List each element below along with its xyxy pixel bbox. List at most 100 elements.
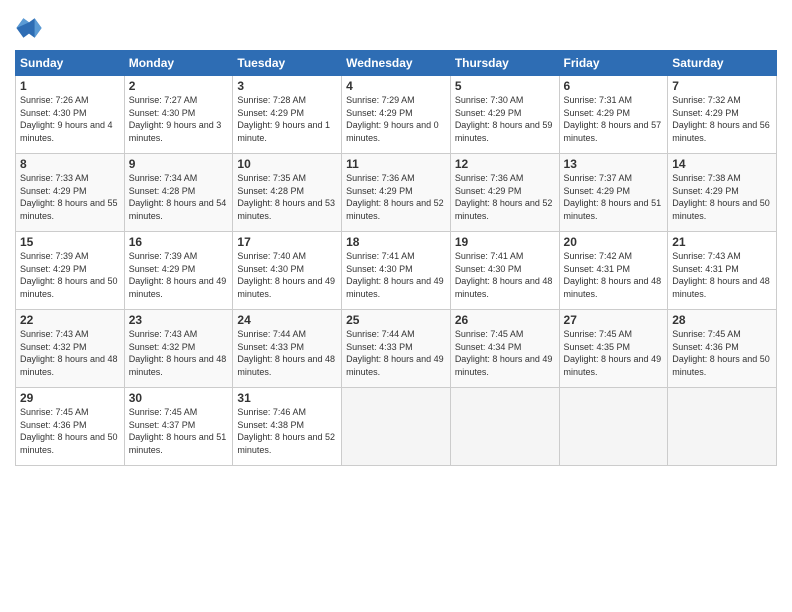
logo-icon: [15, 14, 43, 42]
day-info: Sunrise: 7:42 AMSunset: 4:31 PMDaylight:…: [564, 251, 662, 299]
day-info: Sunrise: 7:41 AMSunset: 4:30 PMDaylight:…: [455, 251, 553, 299]
day-number: 16: [129, 235, 229, 249]
calendar-cell: 7 Sunrise: 7:32 AMSunset: 4:29 PMDaylight…: [668, 76, 777, 154]
day-info: Sunrise: 7:40 AMSunset: 4:30 PMDaylight:…: [237, 251, 335, 299]
day-info: Sunrise: 7:43 AMSunset: 4:31 PMDaylight:…: [672, 251, 770, 299]
day-number: 9: [129, 157, 229, 171]
day-number: 31: [237, 391, 337, 405]
day-info: Sunrise: 7:45 AMSunset: 4:36 PMDaylight:…: [20, 407, 118, 455]
day-number: 23: [129, 313, 229, 327]
day-number: 24: [237, 313, 337, 327]
day-info: Sunrise: 7:29 AMSunset: 4:29 PMDaylight:…: [346, 95, 439, 143]
calendar-cell: 11 Sunrise: 7:36 AMSunset: 4:29 PMDayligh…: [342, 154, 451, 232]
day-number: 11: [346, 157, 446, 171]
day-number: 30: [129, 391, 229, 405]
day-info: Sunrise: 7:45 AMSunset: 4:37 PMDaylight:…: [129, 407, 227, 455]
day-info: Sunrise: 7:45 AMSunset: 4:34 PMDaylight:…: [455, 329, 553, 377]
calendar-cell: 23 Sunrise: 7:43 AMSunset: 4:32 PMDayligh…: [124, 310, 233, 388]
day-info: Sunrise: 7:41 AMSunset: 4:30 PMDaylight:…: [346, 251, 444, 299]
calendar-cell: 26 Sunrise: 7:45 AMSunset: 4:34 PMDayligh…: [450, 310, 559, 388]
day-info: Sunrise: 7:45 AMSunset: 4:35 PMDaylight:…: [564, 329, 662, 377]
col-header-thursday: Thursday: [450, 51, 559, 76]
day-number: 17: [237, 235, 337, 249]
calendar-cell: 25 Sunrise: 7:44 AMSunset: 4:33 PMDayligh…: [342, 310, 451, 388]
calendar-cell: 20 Sunrise: 7:42 AMSunset: 4:31 PMDayligh…: [559, 232, 668, 310]
day-info: Sunrise: 7:37 AMSunset: 4:29 PMDaylight:…: [564, 173, 662, 221]
calendar-cell: 10 Sunrise: 7:35 AMSunset: 4:28 PMDayligh…: [233, 154, 342, 232]
calendar-cell: 18Sunrise: 7:41 AMSunset: 4:30 PMDayligh…: [342, 232, 451, 310]
col-header-friday: Friday: [559, 51, 668, 76]
calendar-cell: 3 Sunrise: 7:28 AMSunset: 4:29 PMDaylight…: [233, 76, 342, 154]
day-info: Sunrise: 7:27 AMSunset: 4:30 PMDaylight:…: [129, 95, 222, 143]
day-number: 29: [20, 391, 120, 405]
day-number: 21: [672, 235, 772, 249]
calendar-cell: 12Sunrise: 7:36 AMSunset: 4:29 PMDayligh…: [450, 154, 559, 232]
day-number: 27: [564, 313, 664, 327]
day-number: 2: [129, 79, 229, 93]
day-number: 5: [455, 79, 555, 93]
day-number: 12: [455, 157, 555, 171]
calendar-cell: 4 Sunrise: 7:29 AMSunset: 4:29 PMDaylight…: [342, 76, 451, 154]
day-info: Sunrise: 7:33 AMSunset: 4:29 PMDaylight:…: [20, 173, 118, 221]
calendar-cell: 30 Sunrise: 7:45 AMSunset: 4:37 PMDayligh…: [124, 388, 233, 466]
calendar-cell: 31 Sunrise: 7:46 AMSunset: 4:38 PMDayligh…: [233, 388, 342, 466]
day-number: 25: [346, 313, 446, 327]
day-number: 14: [672, 157, 772, 171]
header: [15, 10, 777, 42]
day-number: 3: [237, 79, 337, 93]
col-header-tuesday: Tuesday: [233, 51, 342, 76]
day-number: 8: [20, 157, 120, 171]
day-number: 15: [20, 235, 120, 249]
day-info: Sunrise: 7:26 AMSunset: 4:30 PMDaylight:…: [20, 95, 113, 143]
day-number: 7: [672, 79, 772, 93]
day-number: 4: [346, 79, 446, 93]
day-info: Sunrise: 7:35 AMSunset: 4:28 PMDaylight:…: [237, 173, 335, 221]
calendar-cell: 21 Sunrise: 7:43 AMSunset: 4:31 PMDayligh…: [668, 232, 777, 310]
day-info: Sunrise: 7:31 AMSunset: 4:29 PMDaylight:…: [564, 95, 662, 143]
day-info: Sunrise: 7:32 AMSunset: 4:29 PMDaylight:…: [672, 95, 770, 143]
day-number: 10: [237, 157, 337, 171]
calendar-cell: 9 Sunrise: 7:34 AMSunset: 4:28 PMDaylight…: [124, 154, 233, 232]
day-info: Sunrise: 7:44 AMSunset: 4:33 PMDaylight:…: [346, 329, 444, 377]
day-info: Sunrise: 7:43 AMSunset: 4:32 PMDaylight:…: [20, 329, 118, 377]
calendar-cell: 17 Sunrise: 7:40 AMSunset: 4:30 PMDayligh…: [233, 232, 342, 310]
calendar-table: SundayMondayTuesdayWednesdayThursdayFrid…: [15, 50, 777, 466]
day-number: 28: [672, 313, 772, 327]
col-header-sunday: Sunday: [16, 51, 125, 76]
calendar-cell: 24 Sunrise: 7:44 AMSunset: 4:33 PMDayligh…: [233, 310, 342, 388]
day-info: Sunrise: 7:45 AMSunset: 4:36 PMDaylight:…: [672, 329, 770, 377]
calendar-week-2: 8 Sunrise: 7:33 AMSunset: 4:29 PMDaylight…: [16, 154, 777, 232]
calendar-cell: 28 Sunrise: 7:45 AMSunset: 4:36 PMDayligh…: [668, 310, 777, 388]
calendar-cell: 2 Sunrise: 7:27 AMSunset: 4:30 PMDaylight…: [124, 76, 233, 154]
calendar-cell: 27 Sunrise: 7:45 AMSunset: 4:35 PMDayligh…: [559, 310, 668, 388]
day-info: Sunrise: 7:36 AMSunset: 4:29 PMDaylight:…: [346, 173, 444, 221]
calendar-cell: 15Sunrise: 7:39 AMSunset: 4:29 PMDayligh…: [16, 232, 125, 310]
day-info: Sunrise: 7:44 AMSunset: 4:33 PMDaylight:…: [237, 329, 335, 377]
day-info: Sunrise: 7:46 AMSunset: 4:38 PMDaylight:…: [237, 407, 335, 455]
calendar-cell: [342, 388, 451, 466]
day-info: Sunrise: 7:30 AMSunset: 4:29 PMDaylight:…: [455, 95, 553, 143]
calendar-cell: 13 Sunrise: 7:37 AMSunset: 4:29 PMDayligh…: [559, 154, 668, 232]
day-number: 22: [20, 313, 120, 327]
day-info: Sunrise: 7:28 AMSunset: 4:29 PMDaylight:…: [237, 95, 330, 143]
calendar-cell: [450, 388, 559, 466]
calendar-week-1: 1 Sunrise: 7:26 AMSunset: 4:30 PMDaylight…: [16, 76, 777, 154]
calendar-week-4: 22 Sunrise: 7:43 AMSunset: 4:32 PMDayligh…: [16, 310, 777, 388]
calendar-cell: 6Sunrise: 7:31 AMSunset: 4:29 PMDaylight…: [559, 76, 668, 154]
col-header-saturday: Saturday: [668, 51, 777, 76]
calendar-cell: 1 Sunrise: 7:26 AMSunset: 4:30 PMDaylight…: [16, 76, 125, 154]
calendar-cell: 5 Sunrise: 7:30 AMSunset: 4:29 PMDaylight…: [450, 76, 559, 154]
col-header-wednesday: Wednesday: [342, 51, 451, 76]
day-info: Sunrise: 7:34 AMSunset: 4:28 PMDaylight:…: [129, 173, 227, 221]
logo: [15, 14, 47, 42]
day-number: 13: [564, 157, 664, 171]
day-number: 20: [564, 235, 664, 249]
day-info: Sunrise: 7:43 AMSunset: 4:32 PMDaylight:…: [129, 329, 227, 377]
calendar-cell: [559, 388, 668, 466]
page-container: SundayMondayTuesdayWednesdayThursdayFrid…: [0, 0, 792, 471]
day-info: Sunrise: 7:39 AMSunset: 4:29 PMDaylight:…: [129, 251, 227, 299]
day-number: 26: [455, 313, 555, 327]
day-number: 1: [20, 79, 120, 93]
calendar-cell: 22 Sunrise: 7:43 AMSunset: 4:32 PMDayligh…: [16, 310, 125, 388]
calendar-cell: 8 Sunrise: 7:33 AMSunset: 4:29 PMDaylight…: [16, 154, 125, 232]
